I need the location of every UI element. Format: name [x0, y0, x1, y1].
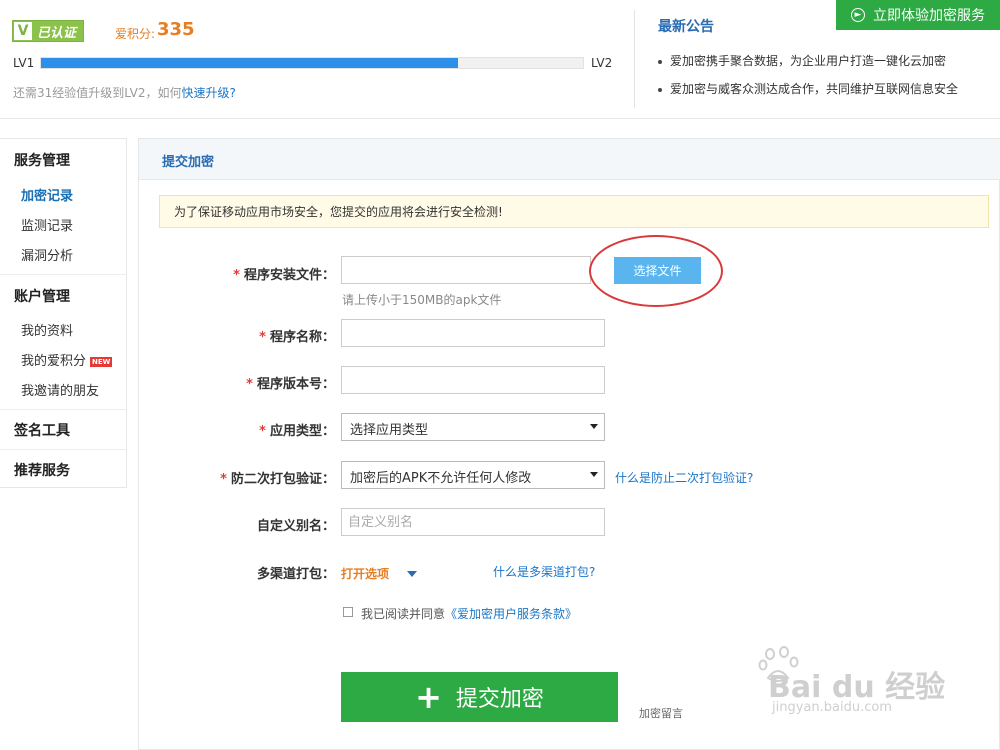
level-to: LV2	[591, 56, 613, 70]
sidebar-item-vuln-analysis[interactable]: 漏洞分析	[21, 245, 73, 264]
alias-input[interactable]	[341, 508, 605, 536]
plus-icon: +	[415, 678, 442, 716]
app-name-input[interactable]	[341, 319, 605, 347]
agree-text: 我已阅读并同意《爱加密用户服务条款》	[361, 607, 578, 621]
file-size-hint: 请上传小于150MB的apk文件	[342, 293, 502, 307]
bullet-icon	[658, 59, 662, 64]
level-from: LV1	[13, 56, 35, 70]
app-version-label: * 程序版本号：	[246, 377, 335, 392]
file-path-input[interactable]	[341, 256, 591, 284]
sidebar-item-invited-friends[interactable]: 我邀请的朋友	[21, 380, 99, 399]
sidebar-group-sign-tool[interactable]: 签名工具	[14, 420, 70, 440]
sidebar-divider	[0, 449, 126, 450]
account-header: V 已认证 爱积分: 335 LV1 LV2 还需31经验值升级到LV2，如何快…	[0, 0, 1000, 119]
level-progress-bar	[40, 57, 584, 69]
sidebar-group-service[interactable]: 服务管理	[14, 150, 70, 170]
app-name-label: * 程序名称：	[259, 330, 335, 345]
verified-badge: V 已认证	[12, 20, 84, 42]
sidebar: 服务管理 加密记录 监测记录 漏洞分析 账户管理 我的资料 我的爱积分 NEW 我…	[0, 138, 127, 488]
channel-help-link[interactable]: 什么是多渠道打包?	[493, 563, 595, 580]
agree-checkbox[interactable]	[343, 607, 353, 617]
app-type-label: * 应用类型：	[259, 424, 335, 439]
try-encryption-button[interactable]: ► 立即体验加密服务	[836, 0, 1000, 30]
notice-item[interactable]: 爱加密与威客众测达成合作，共同维护互联网信息安全	[658, 80, 958, 97]
baidu-watermark: Bai du 经验 jingyan.baidu.com	[758, 646, 960, 715]
terms-link[interactable]: 《爱加密用户服务条款》	[445, 607, 577, 621]
repack-verify-select[interactable]: 加密后的APK不允许任何人修改	[341, 461, 605, 489]
notice-title: 最新公告	[658, 19, 714, 35]
app-type-select[interactable]: 选择应用类型	[341, 413, 605, 441]
repack-help-link[interactable]: 什么是防止二次打包验证?	[615, 469, 753, 486]
app-version-input[interactable]	[341, 366, 605, 394]
notice-item[interactable]: 爱加密携手聚合数据，为企业用户打造一键化云加密	[658, 52, 946, 69]
channel-label: 多渠道打包：	[256, 567, 335, 582]
form-labels: * 程序安装文件： * 程序名称： * 程序版本号： * 应用类型： * 防二次打包验证：…	[139, 139, 335, 739]
encryption-note-link[interactable]: 加密留言	[639, 705, 683, 721]
sidebar-item-encrypt-records[interactable]: 加密记录	[21, 185, 73, 204]
quick-upgrade-link[interactable]: 快速升级?	[181, 86, 235, 100]
chevron-down-icon[interactable]	[407, 571, 417, 577]
header-divider	[634, 10, 635, 108]
upgrade-hint: 还需31经验值升级到LV2，如何快速升级?	[13, 86, 236, 100]
sidebar-divider	[0, 274, 126, 275]
arrow-right-circle-icon: ►	[851, 8, 865, 22]
sidebar-item-my-profile[interactable]: 我的资料	[21, 320, 73, 339]
file-label: * 程序安装文件：	[233, 268, 335, 283]
choose-file-button[interactable]: 选择文件	[614, 257, 701, 284]
bullet-icon	[658, 87, 662, 92]
sidebar-item-my-points[interactable]: 我的爱积分 NEW	[21, 350, 113, 369]
sidebar-item-monitor-records[interactable]: 监测记录	[21, 215, 73, 234]
dropdown-arrow-icon	[590, 424, 598, 429]
sidebar-group-recommended[interactable]: 推荐服务	[14, 460, 70, 480]
level-progress-fill	[41, 58, 459, 68]
check-icon: V	[14, 22, 32, 40]
dropdown-arrow-icon	[590, 472, 598, 477]
channel-open-options[interactable]: 打开选项	[341, 565, 389, 582]
new-badge: NEW	[90, 356, 113, 367]
sidebar-divider	[0, 409, 126, 410]
score-label: 爱积分:	[115, 27, 156, 41]
alias-label: 自定义别名：	[256, 519, 335, 534]
submit-encryption-button[interactable]: + 提交加密	[341, 672, 618, 722]
repack-label: * 防二次打包验证：	[220, 472, 335, 487]
sidebar-group-account[interactable]: 账户管理	[14, 286, 70, 306]
score-value: 335	[157, 19, 195, 40]
